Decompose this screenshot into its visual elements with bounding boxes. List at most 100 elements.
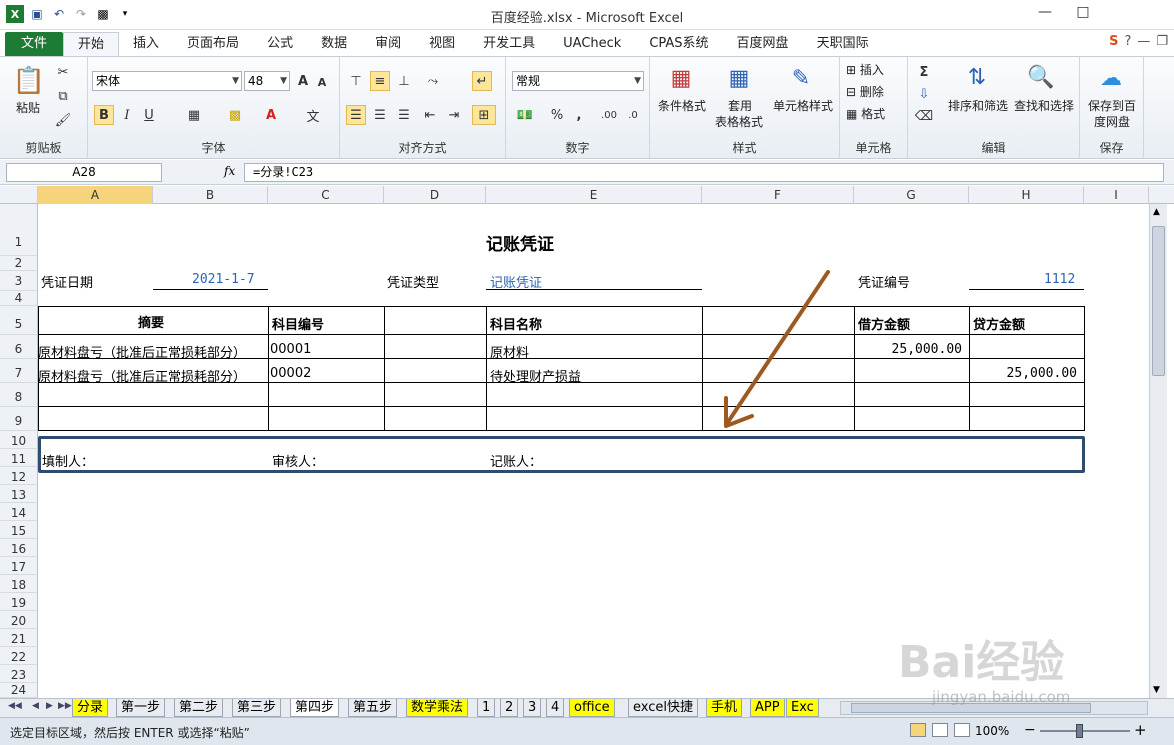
save-to-netdisk-label-2[interactable]: 度网盘 bbox=[1080, 115, 1144, 130]
font-size-select[interactable]: 48 ▼ bbox=[244, 71, 290, 91]
scroll-up-icon[interactable]: ▲ bbox=[1153, 207, 1160, 217]
worksheet-grid[interactable]: 记账凭证 凭证日期 2021-1-7 凭证类型 记账凭证 凭证编号 1112 摘… bbox=[38, 204, 1149, 698]
align-middle-icon[interactable]: ≡ bbox=[370, 71, 390, 91]
sort-filter-label[interactable]: 排序和筛选 bbox=[944, 99, 1012, 114]
minimize-icon[interactable]: — bbox=[1030, 4, 1060, 24]
row-header[interactable]: 5 bbox=[0, 306, 38, 335]
autosum-icon[interactable]: Σ bbox=[914, 63, 934, 81]
save-to-netdisk-label-1[interactable]: 保存到百 bbox=[1080, 99, 1144, 114]
row-header[interactable]: 3 bbox=[0, 271, 38, 291]
zoom-in-icon[interactable]: + bbox=[1134, 721, 1147, 739]
cell-styles-label[interactable]: 单元格样式 bbox=[770, 99, 836, 114]
prev-sheet-icon[interactable]: ◀ bbox=[32, 701, 39, 711]
merge-center-icon[interactable]: ⊞ bbox=[472, 105, 496, 125]
zoom-slider-knob[interactable] bbox=[1076, 724, 1083, 738]
font-color-icon[interactable]: A bbox=[260, 105, 282, 125]
align-center-icon[interactable]: ☰ bbox=[370, 105, 390, 125]
row-header[interactable]: 19 bbox=[0, 593, 38, 611]
number-format-select[interactable]: 常规 ▼ bbox=[512, 71, 644, 91]
align-left-icon[interactable]: ☰ bbox=[346, 105, 366, 125]
paste-icon[interactable]: 📋 bbox=[12, 63, 46, 99]
zoom-slider[interactable] bbox=[1040, 730, 1130, 732]
ribbon-minimize-icon[interactable]: — bbox=[1137, 34, 1150, 49]
row-header[interactable]: 12 bbox=[0, 467, 38, 485]
copy-icon[interactable]: ⧉ bbox=[54, 87, 72, 105]
align-bottom-icon[interactable]: ⊥ bbox=[394, 71, 414, 91]
fill-color-icon[interactable]: ▩ bbox=[224, 105, 246, 125]
ime-icon[interactable]: S bbox=[1109, 34, 1118, 49]
row-header[interactable]: 17 bbox=[0, 557, 38, 575]
sheet-tab-step2[interactable]: 第二步 bbox=[174, 699, 224, 717]
formula-input[interactable]: =分录!C23 bbox=[244, 163, 1164, 182]
row-header[interactable]: 13 bbox=[0, 485, 38, 503]
tab-data[interactable]: 数据 bbox=[307, 32, 361, 57]
vertical-scrollbar[interactable]: ▲ ▼ bbox=[1149, 204, 1167, 698]
row-header[interactable]: 14 bbox=[0, 503, 38, 521]
sheet-tab-4[interactable]: 4 bbox=[546, 699, 565, 717]
select-all-corner[interactable] bbox=[0, 186, 38, 204]
sheet-tab-phone[interactable]: 手机 bbox=[706, 699, 743, 717]
grow-font-icon[interactable]: A bbox=[294, 71, 312, 91]
tab-uacheck[interactable]: UACheck bbox=[549, 32, 635, 57]
percent-button[interactable]: % bbox=[548, 105, 566, 125]
first-sheet-icon[interactable]: ◀◀ bbox=[8, 701, 22, 711]
zoom-level[interactable]: 100% bbox=[975, 724, 1009, 738]
tab-formulas[interactable]: 公式 bbox=[253, 32, 307, 57]
tab-view[interactable]: 视图 bbox=[415, 32, 469, 57]
row-header[interactable]: 2 bbox=[0, 256, 38, 271]
column-header-c[interactable]: C bbox=[268, 186, 384, 204]
orientation-icon[interactable]: ⤳ bbox=[422, 71, 444, 91]
sheet-tab-step1[interactable]: 第一步 bbox=[116, 699, 166, 717]
help-icon[interactable]: ? bbox=[1124, 34, 1131, 49]
column-header-i[interactable]: I bbox=[1084, 186, 1149, 204]
row-header[interactable]: 6 bbox=[0, 335, 38, 359]
tab-insert[interactable]: 插入 bbox=[119, 32, 173, 57]
row-header[interactable]: 4 bbox=[0, 291, 38, 306]
maximize-icon[interactable]: □ bbox=[1068, 4, 1098, 24]
conditional-format-label[interactable]: 条件格式 bbox=[652, 99, 712, 114]
row-header[interactable]: 1 bbox=[0, 204, 38, 256]
phonetic-icon[interactable]: 文 bbox=[302, 105, 324, 125]
tab-page-layout[interactable]: 页面布局 bbox=[173, 32, 253, 57]
row-header[interactable]: 21 bbox=[0, 629, 38, 647]
row-header[interactable]: 8 bbox=[0, 383, 38, 407]
scroll-thumb[interactable] bbox=[1152, 226, 1165, 376]
sheet-tab-math[interactable]: 数学乘法 bbox=[406, 699, 469, 717]
border-icon[interactable]: ▦ bbox=[184, 105, 204, 125]
increase-indent-icon[interactable]: ⇥ bbox=[444, 105, 464, 125]
row-header[interactable]: 22 bbox=[0, 647, 38, 665]
row-header[interactable]: 24 bbox=[0, 683, 38, 698]
row-header[interactable]: 18 bbox=[0, 575, 38, 593]
align-top-icon[interactable]: ⊤ bbox=[346, 71, 366, 91]
fill-icon[interactable]: ⇩ bbox=[914, 85, 934, 103]
row-header[interactable]: 20 bbox=[0, 611, 38, 629]
bold-button[interactable]: B bbox=[94, 105, 114, 125]
sheet-tab-excel-shortcut[interactable]: excel快捷 bbox=[628, 699, 698, 717]
format-table-icon[interactable]: ▦ bbox=[724, 63, 754, 93]
next-sheet-icon[interactable]: ▶ bbox=[46, 701, 53, 711]
column-header-h[interactable]: H bbox=[969, 186, 1084, 204]
tab-review[interactable]: 审阅 bbox=[361, 32, 415, 57]
tab-developer[interactable]: 开发工具 bbox=[469, 32, 549, 57]
row-header[interactable]: 7 bbox=[0, 359, 38, 383]
scroll-down-icon[interactable]: ▼ bbox=[1153, 685, 1160, 695]
column-header-g[interactable]: G bbox=[854, 186, 969, 204]
format-cells-button[interactable]: ▦ 格式 bbox=[846, 107, 904, 122]
wrap-text-icon[interactable]: ↵ bbox=[472, 71, 492, 91]
delete-cells-button[interactable]: ⊟ 删除 bbox=[846, 85, 904, 100]
sheet-tab-1[interactable]: 1 bbox=[477, 699, 496, 717]
decrease-decimal-button[interactable]: .0 bbox=[622, 105, 644, 125]
sheet-tab-app[interactable]: APP bbox=[750, 699, 785, 717]
find-select-icon[interactable]: 🔍 bbox=[1026, 61, 1056, 93]
baidu-cloud-icon[interactable]: ☁ bbox=[1096, 63, 1126, 93]
cut-icon[interactable]: ✂ bbox=[54, 63, 72, 81]
comma-button[interactable]: , bbox=[570, 105, 588, 125]
italic-button[interactable]: I bbox=[118, 105, 136, 125]
find-select-label[interactable]: 查找和选择 bbox=[1010, 99, 1078, 114]
sheet-tab-exc[interactable]: Exc bbox=[786, 699, 819, 717]
column-header-e[interactable]: E bbox=[486, 186, 702, 204]
shrink-font-icon[interactable]: A bbox=[314, 73, 330, 91]
tab-tianzhi[interactable]: 天职国际 bbox=[803, 32, 883, 57]
column-header-d[interactable]: D bbox=[384, 186, 486, 204]
row-header[interactable]: 11 bbox=[0, 449, 38, 467]
